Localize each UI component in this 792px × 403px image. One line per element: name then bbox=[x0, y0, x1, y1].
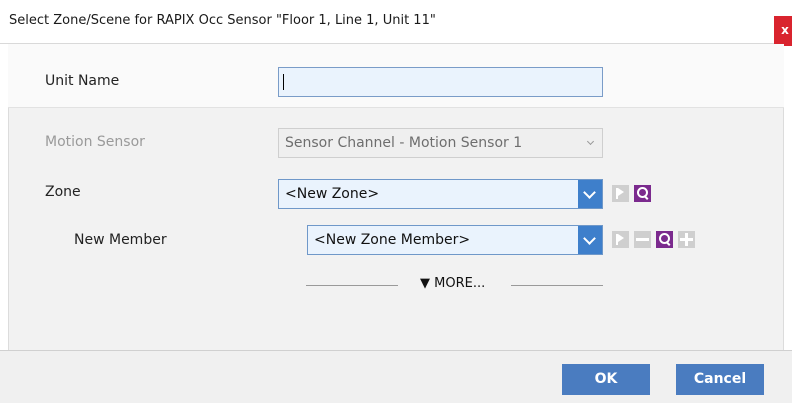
more-toggle[interactable]: ▼ MORE... bbox=[420, 276, 485, 291]
unit-name-label: Unit Name bbox=[45, 73, 120, 89]
text-caret bbox=[283, 74, 284, 90]
new-member-value: <New Zone Member> bbox=[314, 232, 471, 248]
chevron-down-icon[interactable] bbox=[578, 180, 602, 208]
motion-sensor-label: Motion Sensor bbox=[45, 134, 145, 150]
unit-name-input[interactable] bbox=[278, 67, 603, 97]
dialog-window: Select Zone/Scene for RAPIX Occ Sensor "… bbox=[0, 0, 792, 403]
motion-sensor-value: Sensor Channel - Motion Sensor 1 bbox=[285, 135, 523, 151]
search-icon[interactable] bbox=[656, 231, 673, 248]
chevron-down-icon bbox=[578, 129, 602, 157]
cancel-button[interactable]: Cancel bbox=[676, 364, 764, 395]
zone-select[interactable]: <New Zone> bbox=[278, 179, 603, 209]
dialog-footer bbox=[0, 350, 792, 403]
title-bar[interactable]: Select Zone/Scene for RAPIX Occ Sensor "… bbox=[0, 0, 792, 46]
new-member-label: New Member bbox=[74, 232, 167, 248]
ok-button[interactable]: OK bbox=[562, 364, 650, 395]
close-button[interactable]: x bbox=[774, 16, 792, 46]
new-member-select[interactable]: <New Zone Member> bbox=[307, 225, 603, 255]
divider-line-right bbox=[511, 285, 603, 286]
flag-icon[interactable] bbox=[612, 185, 629, 202]
zone-label: Zone bbox=[45, 184, 81, 200]
plus-icon[interactable] bbox=[678, 231, 695, 248]
divider-line-left bbox=[306, 285, 398, 286]
minus-icon[interactable] bbox=[634, 231, 651, 248]
flag-icon[interactable] bbox=[612, 231, 629, 248]
search-icon[interactable] bbox=[634, 185, 651, 202]
motion-sensor-select: Sensor Channel - Motion Sensor 1 bbox=[278, 128, 603, 158]
chevron-down-icon[interactable] bbox=[578, 226, 602, 254]
zone-value: <New Zone> bbox=[285, 186, 380, 202]
dialog-title: Select Zone/Scene for RAPIX Occ Sensor "… bbox=[9, 13, 436, 28]
